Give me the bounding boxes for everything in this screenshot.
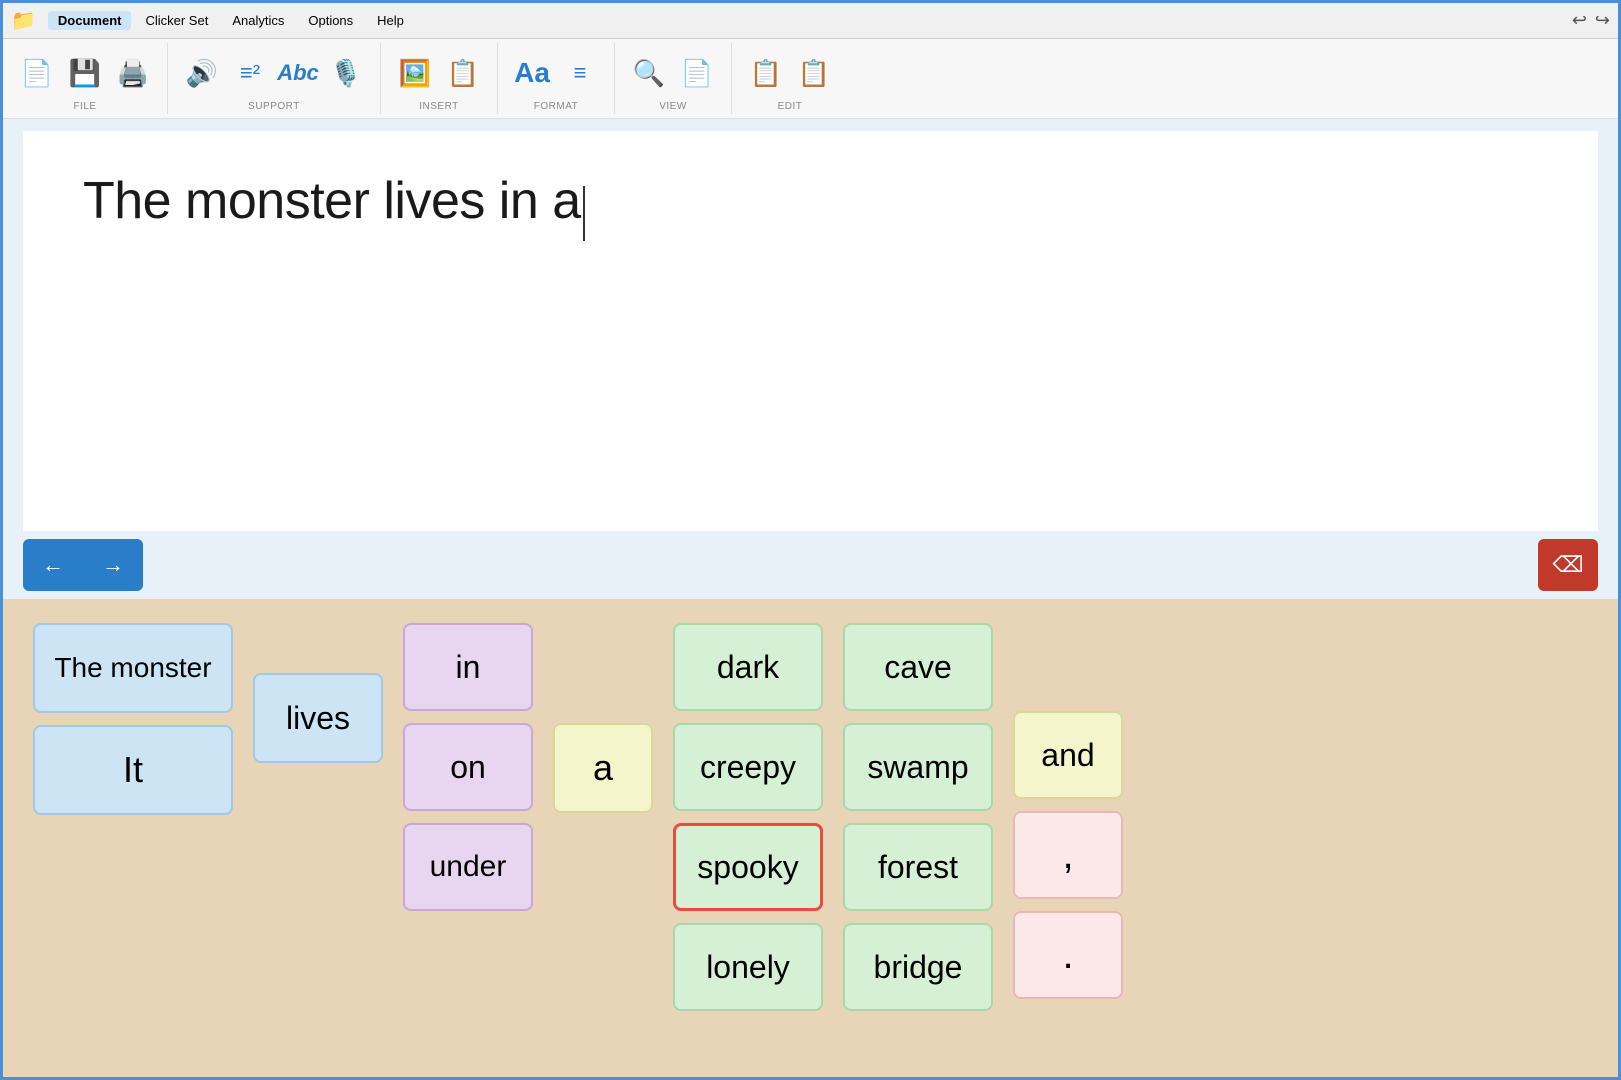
paragraph-button[interactable]: ≡ <box>558 47 602 99</box>
tab-document[interactable]: Document <box>48 11 132 30</box>
title-bar: 📁 Document Clicker Set Analytics Options… <box>3 3 1618 39</box>
document-area: The monster lives in a <box>23 131 1598 531</box>
tile-a[interactable]: a <box>553 723 653 813</box>
tile-bridge[interactable]: bridge <box>843 923 993 1011</box>
toolbar-group-file: 📄 💾 🖨️ FILE <box>3 43 168 114</box>
audio-button[interactable]: 🔊 <box>180 47 224 99</box>
forward-button[interactable]: → <box>83 539 143 591</box>
tab-help[interactable]: Help <box>367 11 414 30</box>
page-view-button[interactable]: 📄 <box>675 47 719 99</box>
tile-under[interactable]: under <box>403 823 533 911</box>
view-group-label: VIEW <box>659 101 687 112</box>
spellcheck-button[interactable]: Abc <box>276 47 320 99</box>
tile-and[interactable]: and <box>1013 711 1123 799</box>
tile-forest[interactable]: forest <box>843 823 993 911</box>
support-group-label: SUPPORT <box>248 101 300 112</box>
nav-area: ← → ⌫ <box>3 531 1618 599</box>
redo-icon[interactable]: ↪ <box>1595 10 1610 31</box>
insert-button[interactable]: 📋 <box>441 47 485 99</box>
back-button[interactable]: ← <box>23 539 83 591</box>
tab-clicker-set[interactable]: Clicker Set <box>135 11 218 30</box>
tile-period[interactable]: . <box>1013 911 1123 999</box>
text-cursor <box>583 186 585 241</box>
tile-lonely[interactable]: lonely <box>673 923 823 1011</box>
tile-spooky[interactable]: spooky <box>673 823 823 911</box>
tile-cave[interactable]: cave <box>843 623 993 711</box>
app-window: 📁 Document Clicker Set Analytics Options… <box>0 0 1621 1080</box>
numbered-list-button[interactable]: ≡² <box>228 47 272 99</box>
nav-buttons: ← → <box>23 539 143 591</box>
articles-column: a <box>553 723 653 813</box>
delete-button[interactable]: ⌫ <box>1538 539 1598 591</box>
tile-the-monster[interactable]: The monster <box>33 623 233 713</box>
microphone-button[interactable]: 🎙️ <box>324 47 368 99</box>
toolbar-group-support: 🔊 ≡² Abc 🎙️ SUPPORT <box>168 43 381 114</box>
undo-icon[interactable]: ↩ <box>1572 10 1587 31</box>
copy-button[interactable]: 📋 <box>792 47 836 99</box>
image-button[interactable]: 🖼️ <box>393 47 437 99</box>
nouns-column: cave swamp forest bridge <box>843 623 993 1011</box>
file-group-label: FILE <box>73 101 96 112</box>
search-button[interactable]: 🔍 <box>627 47 671 99</box>
toolbar-group-view: 🔍 📄 VIEW <box>615 43 732 114</box>
insert-group-label: INSERT <box>419 101 459 112</box>
new-file-button[interactable]: 📄 <box>15 47 59 99</box>
title-bar-tabs: Document Clicker Set Analytics Options H… <box>48 11 414 30</box>
toolbar-group-edit: 📋 📋 EDIT <box>732 43 848 114</box>
edit-group-label: EDIT <box>778 101 803 112</box>
save-button[interactable]: 💾 <box>63 47 107 99</box>
tile-on[interactable]: on <box>403 723 533 811</box>
document-text[interactable]: The monster lives in a <box>83 172 581 230</box>
toolbar: 📄 💾 🖨️ FILE 🔊 ≡² Abc 🎙️ SUPPORT 🖼️ 📋 INS… <box>3 39 1618 119</box>
format-group-label: FORMAT <box>534 101 578 112</box>
tab-options[interactable]: Options <box>298 11 363 30</box>
adjectives-column: dark creepy spooky lonely <box>673 623 823 1011</box>
subjects-column: The monster It <box>33 623 233 815</box>
toolbar-group-insert: 🖼️ 📋 INSERT <box>381 43 498 114</box>
tile-creepy[interactable]: creepy <box>673 723 823 811</box>
toolbar-group-format: Aa ≡ FORMAT <box>498 43 615 114</box>
tile-in[interactable]: in <box>403 623 533 711</box>
paste-button[interactable]: 📋 <box>744 47 788 99</box>
title-bar-controls: ↩ ↪ <box>1572 10 1610 31</box>
tile-dark[interactable]: dark <box>673 623 823 711</box>
verbs-column: lives <box>253 673 383 763</box>
tile-comma[interactable]: , <box>1013 811 1123 899</box>
tile-lives[interactable]: lives <box>253 673 383 763</box>
folder-icon: 📁 <box>11 8 36 33</box>
punctuation-column: and , . <box>1013 711 1123 999</box>
font-button[interactable]: Aa <box>510 47 554 99</box>
tab-analytics[interactable]: Analytics <box>222 11 294 30</box>
prepositions-column: in on under <box>403 623 533 911</box>
tile-swamp[interactable]: swamp <box>843 723 993 811</box>
word-board: The monster It lives in on under a dark … <box>3 599 1618 1077</box>
print-button[interactable]: 🖨️ <box>111 47 155 99</box>
tile-it[interactable]: It <box>33 725 233 815</box>
